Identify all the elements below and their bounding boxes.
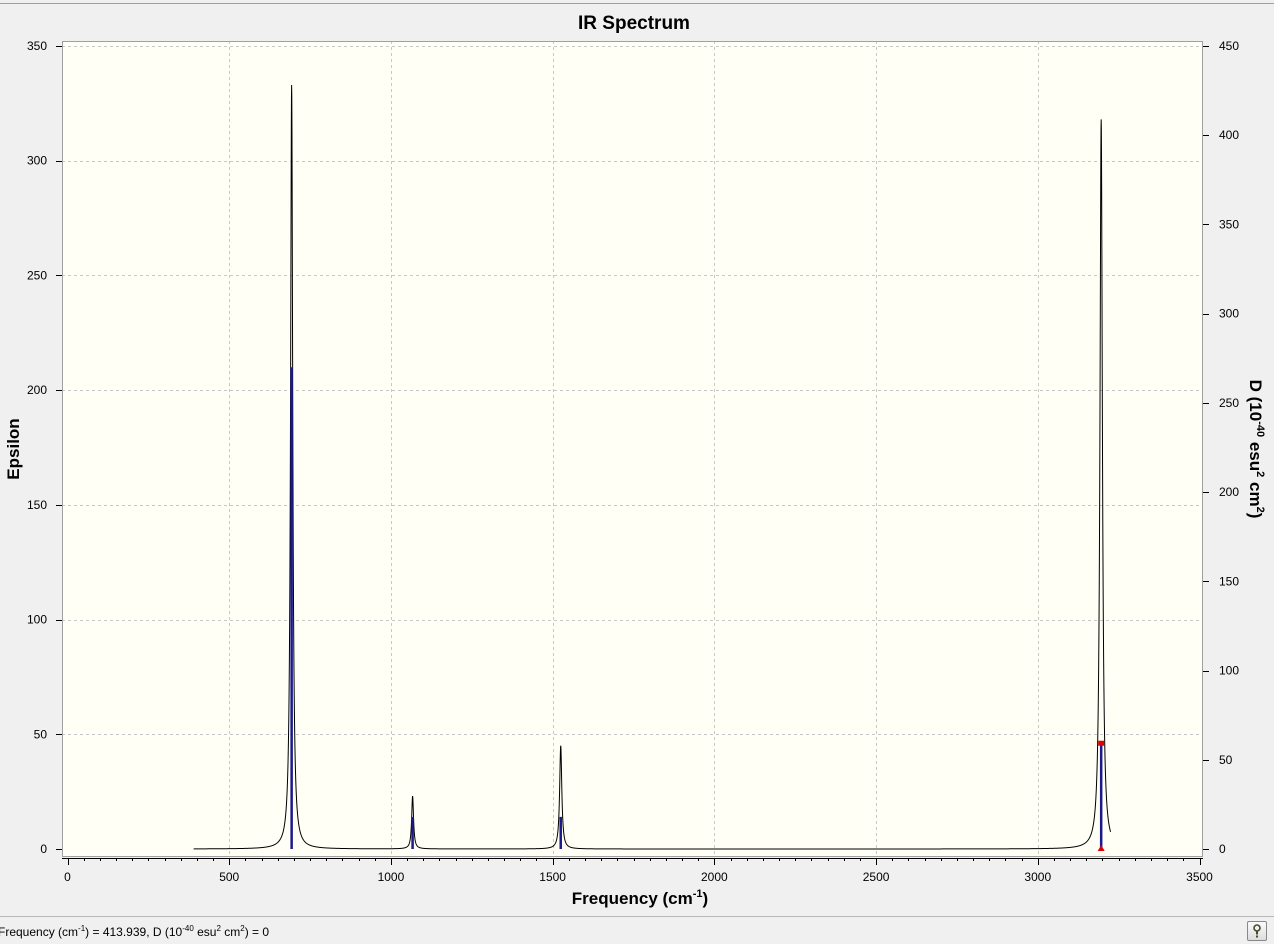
y-right-tick-label: 0 <box>1219 842 1226 856</box>
chart-title: IR Spectrum <box>578 13 690 34</box>
y-right-tick-label: 150 <box>1219 574 1239 588</box>
y-right-tick-label: 200 <box>1219 485 1239 499</box>
x-tick-label: 500 <box>219 870 239 884</box>
y-right-tick-label: 250 <box>1219 396 1239 410</box>
y-left-tick-label: 50 <box>34 727 48 741</box>
y-right-tick-label: 50 <box>1219 753 1233 767</box>
x-tick-label: 0 <box>64 870 71 884</box>
x-tick-label: 1500 <box>539 870 566 884</box>
y-left-tick-label: 150 <box>27 498 47 512</box>
status-bar: Frequency (cm-1) = 413.939, D (10-40 esu… <box>0 916 1274 944</box>
y-right-tick-label: 450 <box>1219 39 1239 53</box>
y-left-tick-label: 250 <box>27 268 47 282</box>
y-left-tick-label: 0 <box>40 842 47 856</box>
x-axis-label: Frequency (cm-1) <box>572 888 708 908</box>
y-right-tick-label: 350 <box>1219 217 1239 231</box>
help-button[interactable] <box>1247 921 1267 941</box>
help-icon <box>1253 924 1261 938</box>
x-tick-label: 3000 <box>1024 870 1051 884</box>
x-tick-label: 3500 <box>1186 870 1213 884</box>
stick-top-marker <box>1098 740 1105 746</box>
status-readout: Frequency (cm-1) = 413.939, D (10-40 esu… <box>0 924 270 939</box>
ir-spectrum-chart[interactable]: 0 500 1000 1500 2000 2500 3000 3500050100150200… <box>0 0 1274 916</box>
y-axis-left-label: Epsilon <box>4 418 23 479</box>
x-tick-label: 2000 <box>701 870 728 884</box>
y-left-tick-label: 300 <box>27 154 47 168</box>
y-left-tick-label: 100 <box>27 613 47 627</box>
y-right-tick-label: 100 <box>1219 664 1239 678</box>
y-right-tick-label: 400 <box>1219 128 1239 142</box>
y-left-tick-label: 200 <box>27 383 47 397</box>
y-left-tick-label: 350 <box>27 39 47 53</box>
x-tick-label: 2500 <box>863 870 890 884</box>
x-tick-label: 1000 <box>378 870 405 884</box>
y-right-tick-label: 300 <box>1219 307 1239 321</box>
y-axis-right-label: D (10-40 esu2 cm2) <box>1246 380 1266 519</box>
